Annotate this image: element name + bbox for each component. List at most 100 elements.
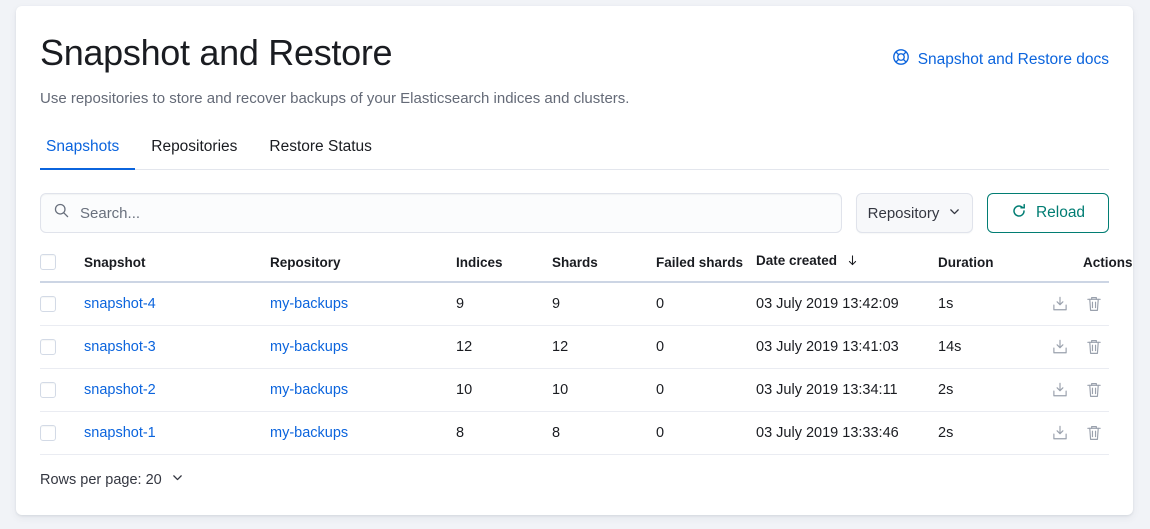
trash-icon[interactable] (1085, 424, 1103, 442)
select-all-checkbox[interactable] (40, 254, 56, 270)
cell-shards: 8 (552, 412, 656, 455)
tab-snapshots[interactable]: Snapshots (40, 137, 135, 170)
docs-link-label: Snapshot and Restore docs (918, 50, 1109, 70)
chevron-down-icon (171, 471, 184, 488)
cell-actions (1083, 282, 1109, 326)
column-header-failed-shards[interactable]: Failed shards (656, 253, 756, 282)
tab-restore-status[interactable]: Restore Status (253, 137, 388, 170)
snapshot-link[interactable]: snapshot-3 (84, 339, 156, 355)
restore-icon[interactable] (1051, 381, 1069, 399)
table-body: snapshot-4my-backups99003 July 2019 13:4… (40, 282, 1109, 455)
tab-bar: Snapshots Repositories Restore Status (40, 136, 1109, 170)
repository-link[interactable]: my-backups (270, 296, 348, 312)
table-row: snapshot-3my-backups1212003 July 2019 13… (40, 326, 1109, 369)
snapshot-link[interactable]: snapshot-2 (84, 382, 156, 398)
cell-actions (1083, 369, 1109, 412)
row-actions (1083, 424, 1109, 442)
cell-indices: 10 (456, 369, 552, 412)
repository-filter-label: Repository (868, 205, 940, 222)
row-select-checkbox[interactable] (40, 296, 56, 312)
cell-date-created: 03 July 2019 13:34:11 (756, 369, 938, 412)
cell-indices: 9 (456, 282, 552, 326)
row-select-cell (40, 369, 84, 412)
row-select-checkbox[interactable] (40, 339, 56, 355)
tab-repositories[interactable]: Repositories (135, 137, 253, 170)
row-actions (1083, 381, 1109, 399)
table-header: Snapshot Repository Indices Shards Faile… (40, 253, 1109, 282)
table-row: snapshot-2my-backups1010003 July 2019 13… (40, 369, 1109, 412)
repository-link[interactable]: my-backups (270, 339, 348, 355)
table-row: snapshot-1my-backups88003 July 2019 13:3… (40, 412, 1109, 455)
cell-shards: 10 (552, 369, 656, 412)
table-controls: Repository Reload (40, 193, 1109, 233)
snapshot-link[interactable]: snapshot-1 (84, 425, 156, 441)
cell-date-created: 03 July 2019 13:33:46 (756, 412, 938, 455)
cell-failed-shards: 0 (656, 412, 756, 455)
rows-per-page-selector[interactable]: Rows per page: 20 (40, 471, 184, 488)
repository-link[interactable]: my-backups (270, 382, 348, 398)
refresh-icon (1011, 203, 1027, 224)
row-actions (1083, 295, 1109, 313)
chevron-down-icon (948, 205, 961, 222)
reload-button-label: Reload (1036, 204, 1085, 222)
cell-snapshot: snapshot-3 (84, 326, 270, 369)
cell-failed-shards: 0 (656, 326, 756, 369)
column-header-date-created[interactable]: Date created (756, 253, 938, 282)
cell-shards: 12 (552, 326, 656, 369)
restore-icon[interactable] (1051, 338, 1069, 356)
cell-failed-shards: 0 (656, 282, 756, 326)
row-select-checkbox[interactable] (40, 382, 56, 398)
snapshots-table: Snapshot Repository Indices Shards Faile… (40, 253, 1109, 455)
search-icon (53, 202, 70, 224)
restore-icon[interactable] (1051, 424, 1069, 442)
cell-date-created: 03 July 2019 13:42:09 (756, 282, 938, 326)
cell-date-created: 03 July 2019 13:41:03 (756, 326, 938, 369)
restore-icon[interactable] (1051, 295, 1069, 313)
page-subtitle: Use repositories to store and recover ba… (40, 88, 1109, 110)
row-select-checkbox[interactable] (40, 425, 56, 441)
page-content: Snapshot and Restore Snapshot and Restor… (16, 6, 1133, 488)
trash-icon[interactable] (1085, 338, 1103, 356)
column-header-date-created-label: Date created (756, 253, 837, 268)
row-actions (1083, 338, 1109, 356)
arrow-down-icon (846, 254, 859, 270)
cell-repository: my-backups (270, 369, 456, 412)
rows-per-page-label: Rows per page: 20 (40, 472, 162, 488)
cell-snapshot: snapshot-1 (84, 412, 270, 455)
cell-repository: my-backups (270, 282, 456, 326)
cell-actions (1083, 412, 1109, 455)
repository-filter-dropdown[interactable]: Repository (856, 193, 973, 233)
column-header-indices[interactable]: Indices (456, 253, 552, 282)
trash-icon[interactable] (1085, 381, 1103, 399)
column-header-snapshot[interactable]: Snapshot (84, 253, 270, 282)
table-footer: Rows per page: 20 (40, 471, 1109, 488)
cell-actions (1083, 326, 1109, 369)
cell-repository: my-backups (270, 412, 456, 455)
cell-snapshot: snapshot-4 (84, 282, 270, 326)
select-all-header (40, 253, 84, 282)
column-header-duration[interactable]: Duration (938, 253, 1083, 282)
cell-indices: 8 (456, 412, 552, 455)
search-input[interactable] (80, 205, 829, 222)
row-select-cell (40, 282, 84, 326)
snapshot-restore-page-card: Snapshot and Restore Snapshot and Restor… (16, 6, 1133, 515)
column-header-actions: Actions (1083, 253, 1109, 282)
cell-shards: 9 (552, 282, 656, 326)
reload-button[interactable]: Reload (987, 193, 1109, 233)
snapshot-link[interactable]: snapshot-4 (84, 296, 156, 312)
search-field[interactable] (40, 193, 842, 233)
row-select-cell (40, 412, 84, 455)
trash-icon[interactable] (1085, 295, 1103, 313)
page-header: Snapshot and Restore Snapshot and Restor… (40, 30, 1109, 74)
cell-indices: 12 (456, 326, 552, 369)
cell-snapshot: snapshot-2 (84, 369, 270, 412)
snapshot-restore-docs-link[interactable]: Snapshot and Restore docs (892, 30, 1109, 72)
row-select-cell (40, 326, 84, 369)
column-header-shards[interactable]: Shards (552, 253, 656, 282)
repository-link[interactable]: my-backups (270, 425, 348, 441)
lifebuoy-help-icon (892, 48, 910, 72)
cell-repository: my-backups (270, 326, 456, 369)
column-header-repository[interactable]: Repository (270, 253, 456, 282)
page-title: Snapshot and Restore (40, 30, 392, 74)
cell-failed-shards: 0 (656, 369, 756, 412)
